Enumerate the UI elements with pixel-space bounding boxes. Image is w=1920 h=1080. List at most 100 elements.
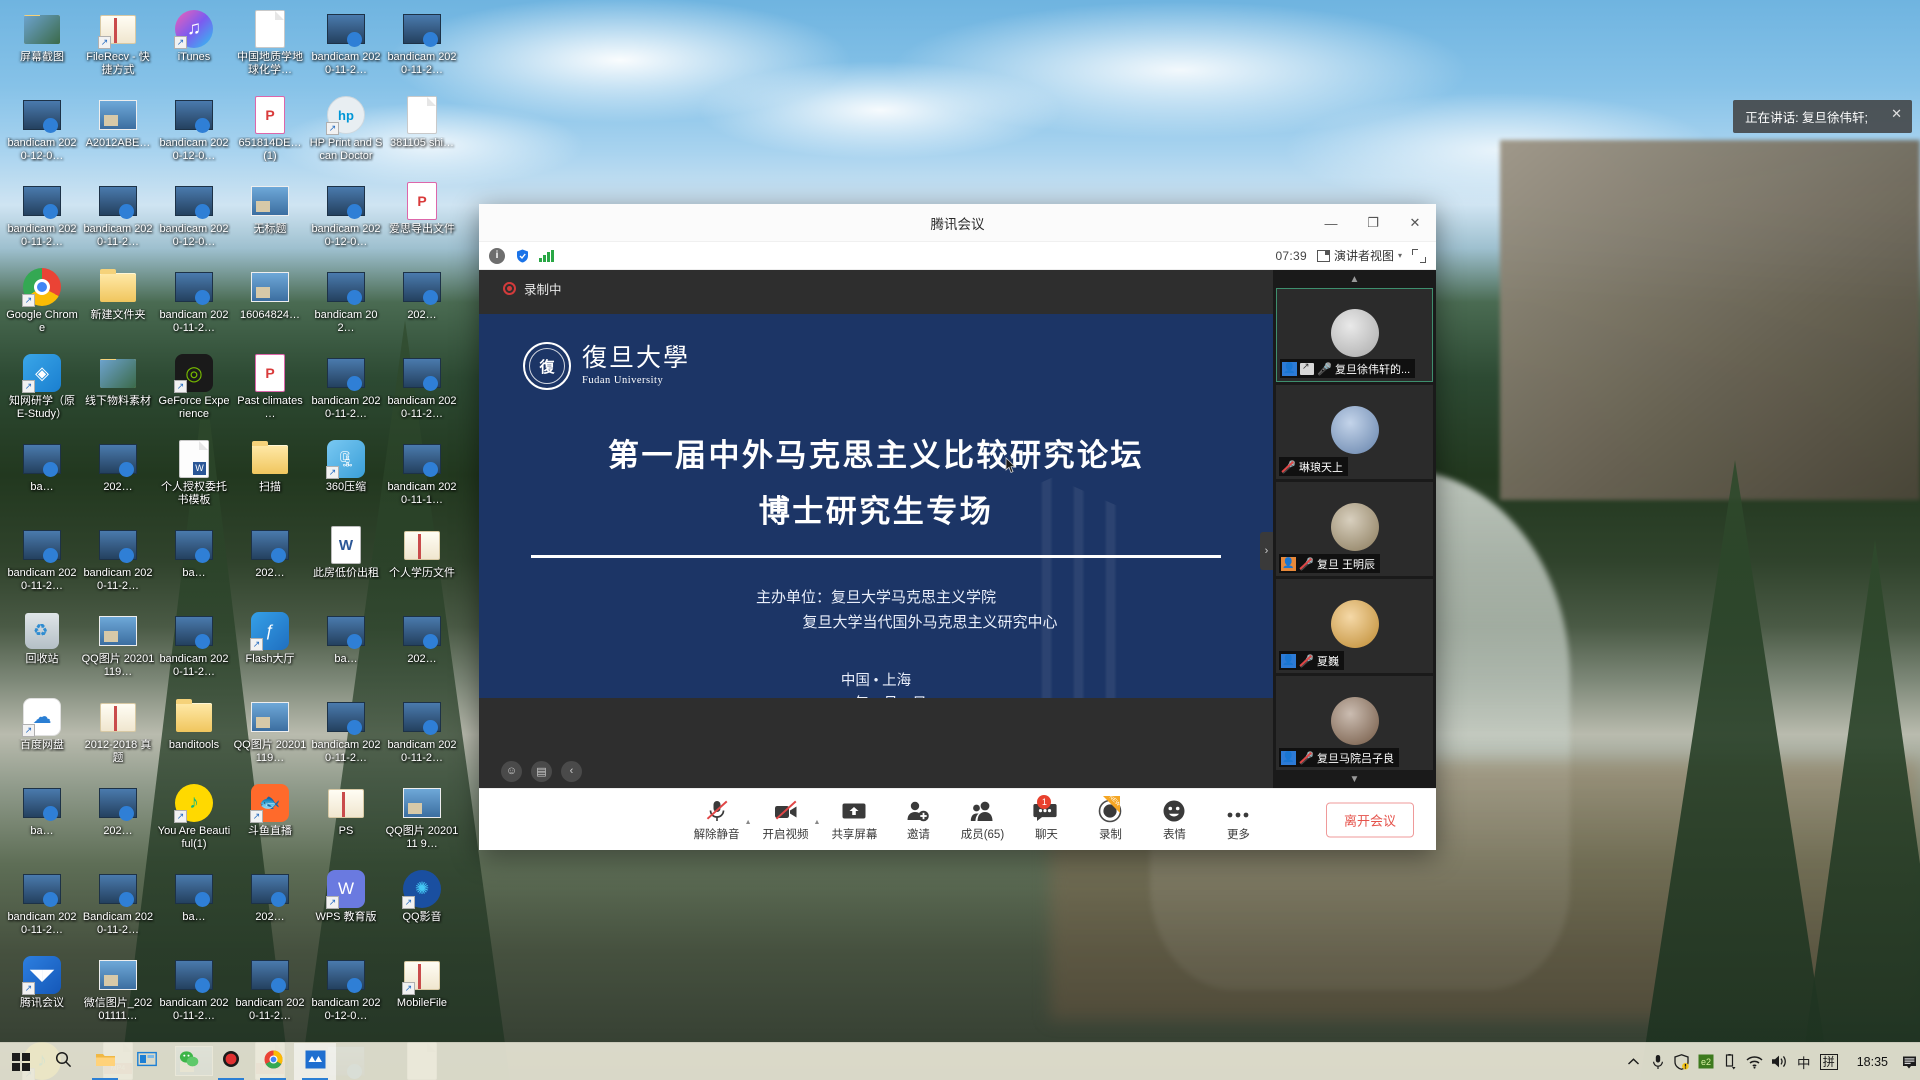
desktop-icon[interactable]: bandicam 2020-11-2… bbox=[156, 608, 232, 694]
desktop-icon[interactable]: ◈ ↗ 知网研学（原 E-Study） bbox=[4, 350, 80, 436]
desktop-icon[interactable]: bandicam 202… bbox=[308, 264, 384, 350]
desktop-icon[interactable]: bandicam 2020-11-2… bbox=[308, 694, 384, 780]
desktop-icon[interactable]: PS bbox=[308, 780, 384, 866]
desktop-icon[interactable]: ba… bbox=[156, 866, 232, 952]
show-hidden-icons[interactable] bbox=[1623, 1043, 1645, 1080]
participant-tile[interactable]: 🎤 琳琅天上 bbox=[1276, 385, 1433, 479]
desktop-icon[interactable]: bandicam 2020-11-2… bbox=[308, 6, 384, 92]
desktop-icon[interactable]: bandicam 2020-11-2… bbox=[308, 350, 384, 436]
desktop-icon[interactable]: 微信图片_20201111… bbox=[80, 952, 156, 1038]
volume-icon[interactable] bbox=[1768, 1043, 1791, 1080]
search-button[interactable] bbox=[42, 1043, 84, 1080]
chrome[interactable] bbox=[252, 1043, 294, 1080]
desktop-icon[interactable]: 新建文件夹 bbox=[80, 264, 156, 350]
desktop-icon[interactable]: ba… bbox=[4, 780, 80, 866]
taskbar-clock[interactable]: 18:35 bbox=[1847, 1043, 1898, 1080]
desktop-icon[interactable]: ◥◤ ↗ 腾讯会议 bbox=[4, 952, 80, 1038]
desktop-icon[interactable]: ♪ ↗ You Are Beautiful(1) bbox=[156, 780, 232, 866]
participant-tile[interactable]: 👤 🎤 复旦马院吕子良 bbox=[1276, 676, 1433, 770]
annotate-icon[interactable]: ▤ bbox=[531, 760, 552, 782]
desktop-icon[interactable]: 202… bbox=[232, 522, 308, 608]
desktop-icon[interactable]: ba… bbox=[4, 436, 80, 522]
desktop-icon[interactable]: QQ图片 20201119… bbox=[80, 608, 156, 694]
desktop-icon[interactable]: bandicam 2020-11-2… bbox=[4, 866, 80, 952]
wechat[interactable] bbox=[168, 1043, 210, 1080]
scroll-up-button[interactable]: ▲ bbox=[1273, 270, 1436, 288]
desktop-icon[interactable]: ◎ ↗ GeForce Experience bbox=[156, 350, 232, 436]
desktop-icon[interactable]: 16064824… bbox=[232, 264, 308, 350]
participant-tile[interactable]: 👤 🎤 复旦 王明辰 bbox=[1276, 482, 1433, 576]
desktop-icon[interactable]: Bandicam 2020-11-2… bbox=[80, 866, 156, 952]
participant-tile[interactable]: 👤 🎤 夏巍 bbox=[1276, 579, 1433, 673]
desktop-icon[interactable]: bandicam 2020-11-2… bbox=[80, 522, 156, 608]
desktop-icon[interactable]: QQ图片 2020111 9… bbox=[384, 780, 460, 866]
desktop-icon[interactable]: bandicam 2020-11-2… bbox=[384, 694, 460, 780]
desktop-icon[interactable]: bandicam 2020-12-0… bbox=[308, 178, 384, 264]
desktop-icon[interactable]: 🐟 ↗ 斗鱼直播 bbox=[232, 780, 308, 866]
ime-language-icon[interactable]: 中 bbox=[1793, 1043, 1815, 1080]
toolbar-microphone-muted-button[interactable]: 解除静音 bbox=[685, 798, 749, 842]
desktop-icon[interactable]: P 爱思导出文件 bbox=[384, 178, 460, 264]
desktop-icon[interactable]: bandicam 2020-11-1… bbox=[384, 436, 460, 522]
desktop-icon[interactable]: bandicam 2020-11-2… bbox=[156, 264, 232, 350]
desktop-icon[interactable]: A2012ABE… bbox=[80, 92, 156, 178]
emoji-reaction-icon[interactable]: ☺ bbox=[501, 760, 522, 782]
desktop-icon[interactable]: bandicam 2020-12-0… bbox=[156, 178, 232, 264]
minimize-button[interactable]: — bbox=[1310, 204, 1352, 242]
toolbar-video-off-button[interactable]: 开启视频 bbox=[754, 798, 818, 842]
maximize-button[interactable]: ❐ bbox=[1352, 204, 1394, 242]
toolbar-invite-person-button[interactable]: 邀请 bbox=[886, 798, 950, 842]
toolbar-chat-button[interactable]: 1 聊天 bbox=[1014, 794, 1078, 842]
desktop-icon[interactable]: P Past climates … bbox=[232, 350, 308, 436]
desktop-icon[interactable]: ♫ ↗ iTunes bbox=[156, 6, 232, 92]
previous-icon[interactable]: ‹ bbox=[561, 760, 582, 782]
desktop-icon[interactable]: 无标题 bbox=[232, 178, 308, 264]
desktop-icon[interactable]: 202… bbox=[80, 436, 156, 522]
toolbar-record-button[interactable]: NEW 录制 bbox=[1078, 794, 1142, 842]
desktop-icon[interactable]: ↗ Google Chrome bbox=[4, 264, 80, 350]
view-mode-selector[interactable]: 演讲者视图 ▾ bbox=[1316, 247, 1402, 264]
desktop-icon[interactable]: bandicam 2020-11-2… bbox=[156, 952, 232, 1038]
desktop-icon[interactable]: bandicam 2020-11-2… bbox=[384, 6, 460, 92]
security-shield-icon[interactable] bbox=[1671, 1043, 1693, 1080]
notification-icon[interactable] bbox=[1898, 1043, 1920, 1080]
wifi-icon[interactable] bbox=[1743, 1043, 1766, 1080]
desktop-icon[interactable]: QQ图片 20201119… bbox=[232, 694, 308, 780]
tencent-meeting[interactable] bbox=[294, 1042, 336, 1080]
toolbar-emoji-button[interactable]: 表情 bbox=[1142, 798, 1206, 842]
desktop-icon[interactable]: ƒ ↗ Flash大厅 bbox=[232, 608, 308, 694]
fullscreen-icon[interactable] bbox=[1412, 248, 1426, 263]
desktop-icon[interactable]: ↗ MobileFile bbox=[384, 952, 460, 1038]
desktop-icon[interactable]: bandicam 2020-12-0… bbox=[4, 92, 80, 178]
microphone-icon[interactable] bbox=[1647, 1043, 1669, 1080]
desktop-icon[interactable]: 回收站 bbox=[4, 608, 80, 694]
leave-meeting-button[interactable]: 离开会议 bbox=[1325, 802, 1414, 837]
desktop-icon[interactable]: 202… bbox=[80, 780, 156, 866]
close-icon[interactable]: ✕ bbox=[1891, 106, 1902, 122]
desktop-icon[interactable]: bandicam 2020-11-2… bbox=[384, 350, 460, 436]
bandicam[interactable] bbox=[210, 1043, 252, 1080]
desktop-icon[interactable]: banditools bbox=[156, 694, 232, 780]
collapse-panel-button[interactable]: › bbox=[1260, 532, 1273, 570]
desktop-icon[interactable]: bandicam 2020-11-2… bbox=[4, 522, 80, 608]
shield-icon[interactable] bbox=[514, 248, 530, 264]
desktop-icon[interactable]: W ↗ WPS 教育版 bbox=[308, 866, 384, 952]
desktop-icon[interactable]: 🗜 ↗ 360压缩 bbox=[308, 436, 384, 522]
desktop-icon[interactable]: 个人学历文件 bbox=[384, 522, 460, 608]
desktop-icon[interactable]: bandicam 2020-11-2… bbox=[4, 178, 80, 264]
desktop-icon[interactable]: 2012-2018 真题 bbox=[80, 694, 156, 780]
participant-tile[interactable]: 👤 🎤复旦徐伟轩的... bbox=[1276, 288, 1433, 382]
task-view[interactable] bbox=[126, 1043, 168, 1080]
toolbar-share-screen-button[interactable]: 共享屏幕 bbox=[822, 798, 886, 842]
desktop-icon[interactable]: 202… bbox=[232, 866, 308, 952]
desktop-icon[interactable]: 线下物料素材 bbox=[80, 350, 156, 436]
desktop-icon[interactable]: P 651814DE…(1) bbox=[232, 92, 308, 178]
start-button[interactable] bbox=[0, 1043, 42, 1080]
close-button[interactable]: ✕ bbox=[1394, 204, 1436, 242]
desktop-icon[interactable]: 381105 shi… bbox=[384, 92, 460, 178]
desktop-icon[interactable]: bandicam 2020-11-2… bbox=[232, 952, 308, 1038]
scroll-down-button[interactable]: ▼ bbox=[1273, 770, 1436, 788]
desktop-icon[interactable]: W 个人授权委托书模板 bbox=[156, 436, 232, 522]
desktop-icon[interactable]: 中国地质学地球化学… bbox=[232, 6, 308, 92]
desktop-icon[interactable]: ba… bbox=[308, 608, 384, 694]
